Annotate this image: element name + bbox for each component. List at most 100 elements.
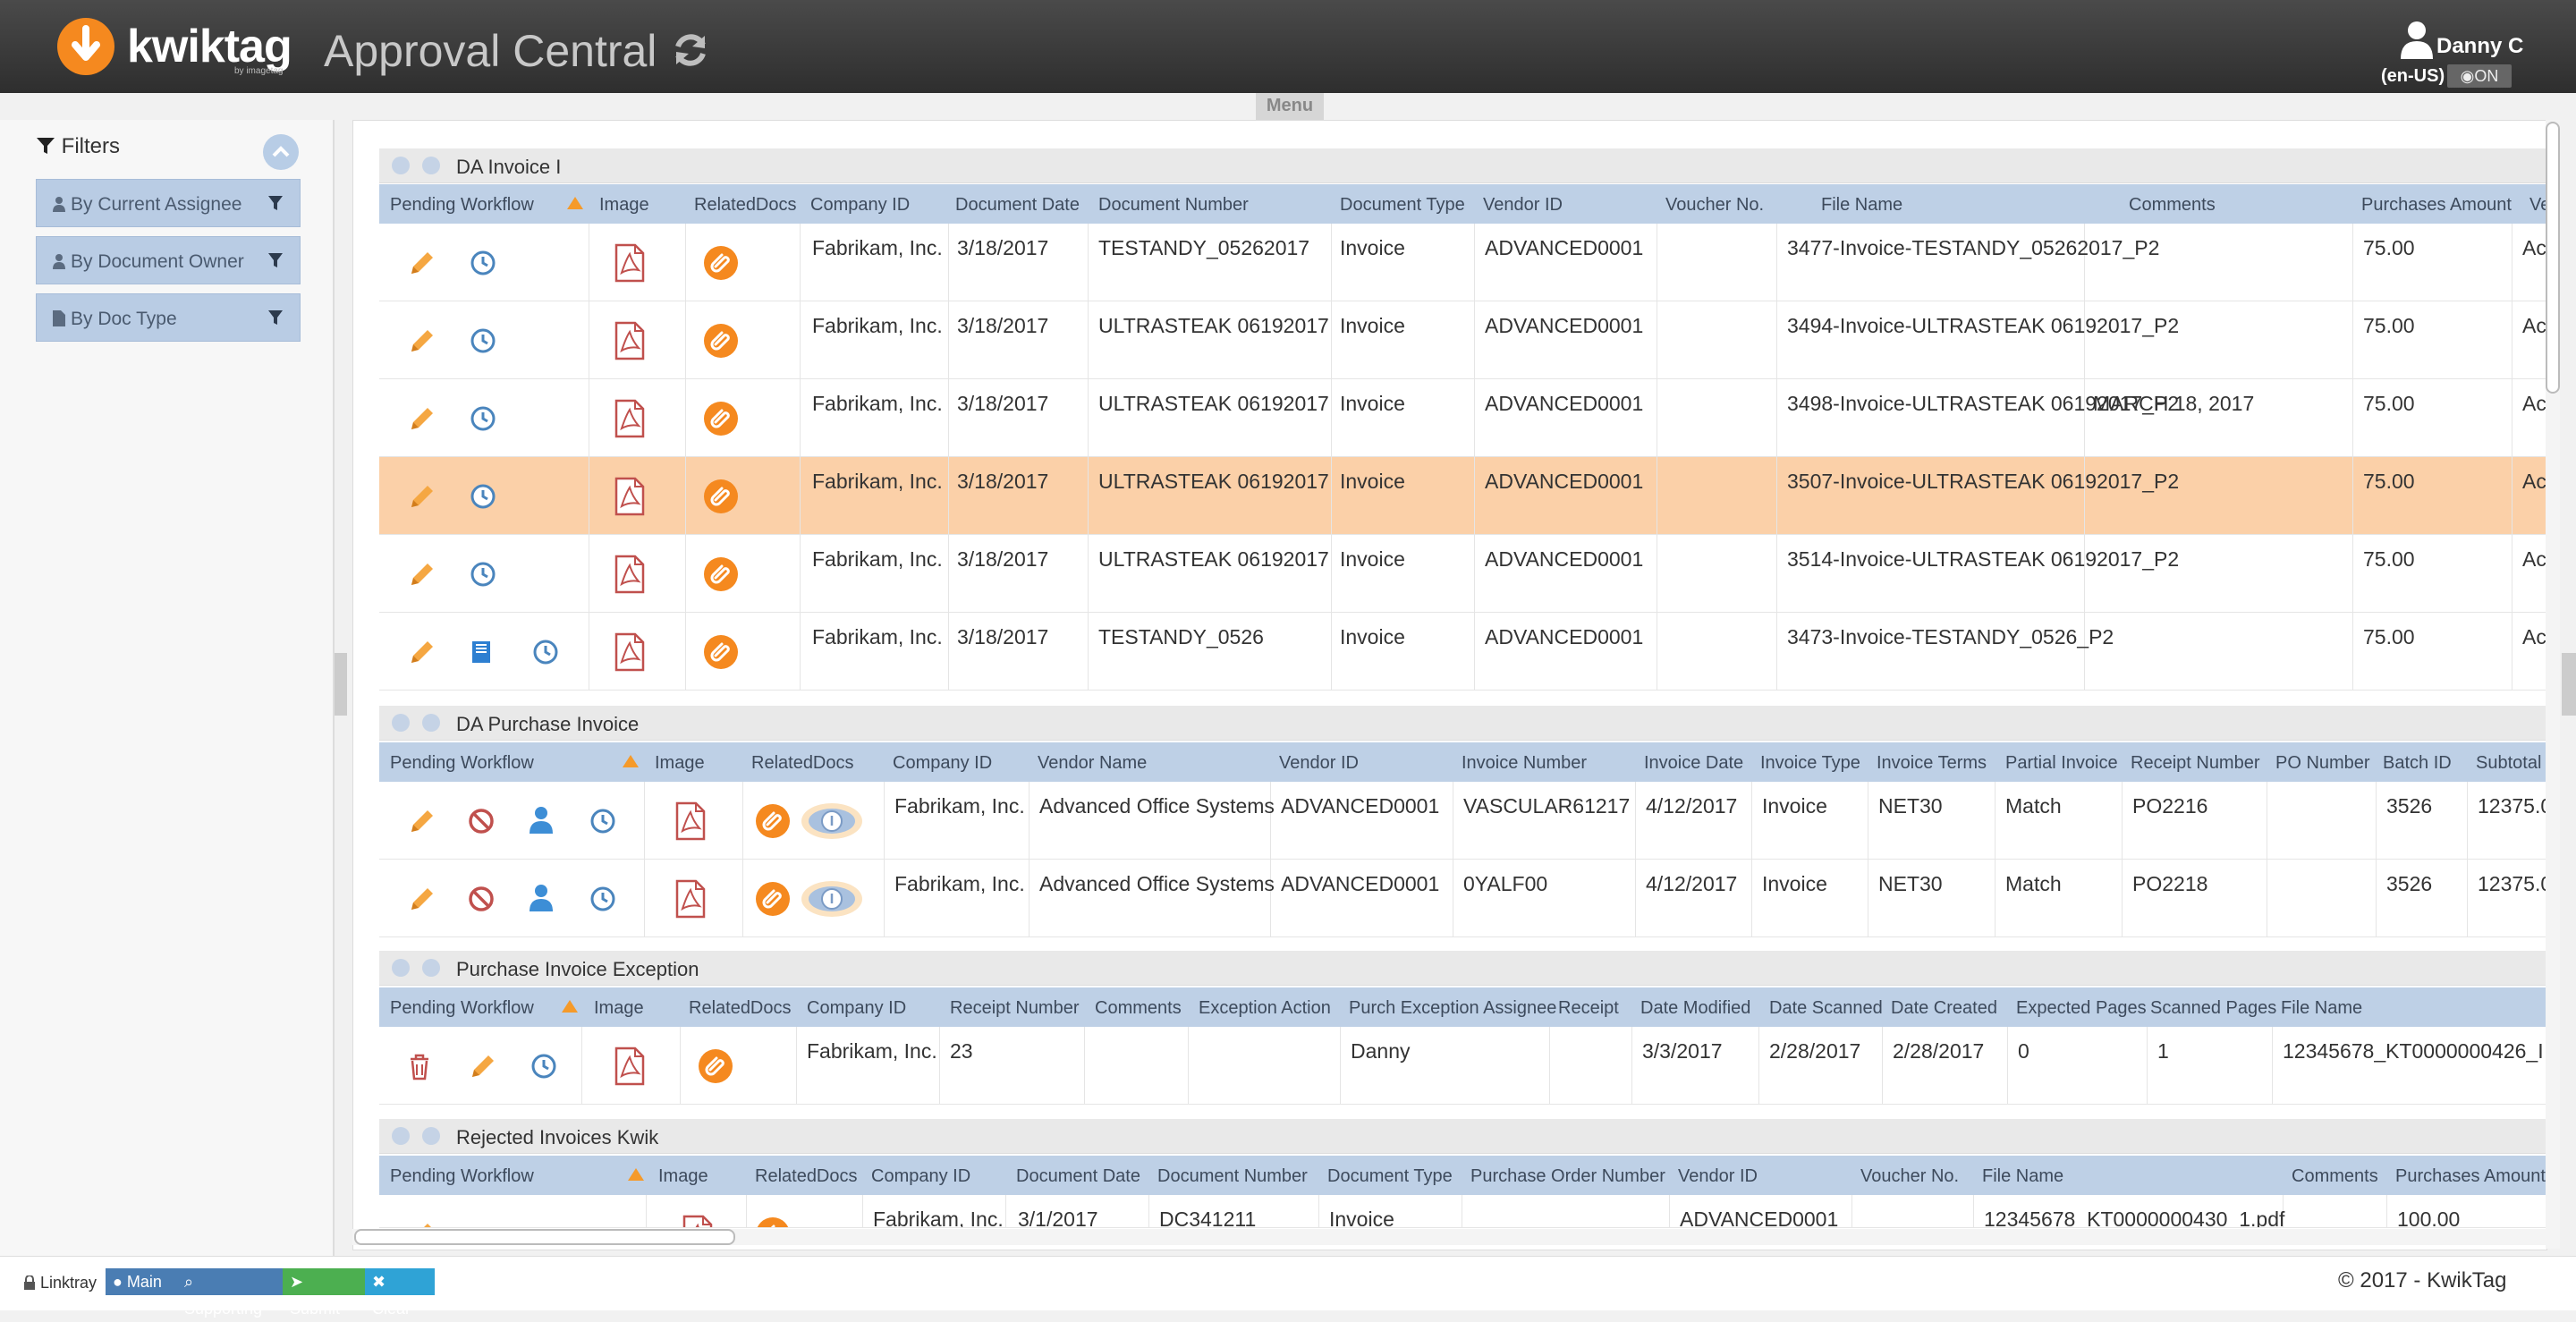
menu-tab[interactable]: Menu bbox=[1256, 93, 1324, 120]
col-header[interactable]: Vendor Name bbox=[1038, 753, 1147, 774]
col-header[interactable]: Invoice Number bbox=[1462, 753, 1587, 774]
sort-asc-icon[interactable] bbox=[628, 1168, 644, 1181]
invoice-row[interactable]: Fabrikam, Inc. 3/18/2017 ULTRASTEAK 061920… bbox=[379, 379, 2546, 457]
col-header[interactable]: Exception Action bbox=[1199, 998, 1331, 1019]
col-header[interactable]: Company ID bbox=[893, 753, 992, 774]
col-header[interactable]: Company ID bbox=[807, 998, 906, 1019]
group-info-icon[interactable] bbox=[422, 157, 440, 174]
submit-button[interactable]: ➤ Submit bbox=[283, 1268, 365, 1318]
col-header[interactable]: Subtotal bbox=[2476, 753, 2541, 774]
filter-by-current-assignee[interactable]: By Current Assignee bbox=[36, 179, 301, 227]
col-header[interactable]: RelatedDocs bbox=[755, 1166, 858, 1187]
related-docs-paperclip-icon[interactable] bbox=[755, 1216, 791, 1228]
workflow-history-clock-icon[interactable] bbox=[469, 404, 497, 433]
clear-button[interactable]: ✖ Clear bbox=[365, 1268, 435, 1318]
col-header[interactable]: Scanned Pages bbox=[2150, 998, 2276, 1019]
book-icon[interactable] bbox=[467, 638, 496, 666]
filter-by-doc-type[interactable]: By Doc Type bbox=[36, 293, 301, 342]
info-status-icon[interactable] bbox=[800, 801, 864, 841]
collapse-up-icon[interactable] bbox=[263, 134, 299, 170]
sort-asc-icon[interactable] bbox=[623, 755, 639, 767]
collapse-group-icon[interactable] bbox=[392, 959, 410, 977]
workflow-history-clock-icon[interactable] bbox=[469, 326, 497, 355]
refresh-icon[interactable] bbox=[669, 29, 712, 72]
related-docs-paperclip-icon[interactable] bbox=[703, 479, 739, 514]
pdf-document-icon[interactable] bbox=[682, 1215, 714, 1228]
funnel-icon[interactable] bbox=[267, 251, 284, 269]
col-header[interactable]: Vendor ID bbox=[1678, 1166, 1758, 1187]
col-header[interactable]: Expected Pages bbox=[2016, 998, 2147, 1019]
assign-user-icon[interactable] bbox=[528, 805, 555, 834]
edit-pencil-icon[interactable] bbox=[408, 326, 436, 355]
edit-pencil-icon[interactable] bbox=[408, 560, 436, 589]
col-header[interactable]: Voucher No. bbox=[1665, 195, 1764, 216]
rejected-invoice-row[interactable]: Fabrikam, Inc. 3/1/2017 DC341211 Invoice ADV… bbox=[379, 1195, 2546, 1228]
right-panel-splitter-handle[interactable] bbox=[2562, 653, 2576, 716]
workflow-history-clock-icon[interactable] bbox=[469, 249, 497, 277]
related-docs-paperclip-icon[interactable] bbox=[703, 556, 739, 592]
group-info-icon[interactable] bbox=[422, 1127, 440, 1145]
delete-trash-icon[interactable] bbox=[406, 1052, 433, 1080]
workflow-history-clock-icon[interactable] bbox=[589, 885, 617, 913]
related-docs-paperclip-icon[interactable] bbox=[698, 1048, 733, 1084]
workflow-history-clock-icon[interactable] bbox=[469, 482, 497, 511]
col-header[interactable]: File Name bbox=[1982, 1166, 2063, 1187]
col-header[interactable]: Pending Workflow bbox=[390, 195, 534, 216]
col-header[interactable]: Purchase Order Number bbox=[1470, 1166, 1665, 1187]
col-header[interactable]: RelatedDocs bbox=[689, 998, 792, 1019]
workflow-history-clock-icon[interactable] bbox=[469, 560, 497, 589]
sidebar-splitter-handle[interactable] bbox=[335, 653, 347, 716]
col-header[interactable]: Receipt Number bbox=[950, 998, 1080, 1019]
invoice-row[interactable]: Fabrikam, Inc. 3/18/2017 ULTRASTEAK 061920… bbox=[379, 301, 2546, 379]
horizontal-scrollbar-thumb[interactable] bbox=[354, 1229, 735, 1245]
col-header[interactable]: Comments bbox=[2292, 1166, 2378, 1187]
edit-pencil-icon[interactable] bbox=[408, 807, 436, 835]
col-header[interactable]: Document Date bbox=[955, 195, 1080, 216]
pdf-document-icon[interactable] bbox=[614, 632, 646, 672]
invoice-row[interactable]: Fabrikam, Inc. 3/18/2017 TESTANDY_05262017… bbox=[379, 224, 2546, 301]
workflow-history-clock-icon[interactable] bbox=[531, 638, 560, 666]
col-header[interactable]: Document Number bbox=[1098, 195, 1249, 216]
group-info-icon[interactable] bbox=[422, 959, 440, 977]
supporting-button[interactable]: ⌕ Supporting bbox=[177, 1268, 283, 1318]
col-header[interactable]: Partial Invoice bbox=[2005, 753, 2118, 774]
col-header[interactable]: Pending Workflow bbox=[390, 1166, 534, 1187]
pdf-document-icon[interactable] bbox=[614, 243, 646, 283]
purchase-invoice-row[interactable]: Fabrikam, Inc. Advanced Office Systems ADV… bbox=[379, 782, 2552, 860]
invoice-row[interactable]: Fabrikam, Inc. 3/18/2017 TESTANDY_0526 Invo… bbox=[379, 613, 2546, 691]
col-header[interactable]: Pending Workflow bbox=[390, 753, 534, 774]
col-header[interactable]: Invoice Date bbox=[1644, 753, 1743, 774]
edit-pencil-icon[interactable] bbox=[408, 482, 436, 511]
funnel-icon[interactable] bbox=[267, 309, 284, 326]
col-header[interactable]: RelatedDocs bbox=[751, 753, 854, 774]
group-header-purchase-invoice-exception[interactable]: Purchase Invoice Exception bbox=[379, 951, 2546, 986]
edit-pencil-icon[interactable] bbox=[408, 404, 436, 433]
pdf-document-icon[interactable] bbox=[674, 801, 707, 841]
col-header[interactable]: Document Number bbox=[1157, 1166, 1308, 1187]
edit-pencil-icon[interactable] bbox=[408, 1220, 436, 1228]
pdf-document-icon[interactable] bbox=[614, 555, 646, 594]
info-status-icon[interactable] bbox=[800, 879, 864, 919]
col-header[interactable]: Receipt bbox=[1558, 998, 1619, 1019]
workflow-history-clock-icon[interactable] bbox=[589, 807, 617, 835]
col-header[interactable]: Receipt Number bbox=[2131, 753, 2260, 774]
reject-ban-icon[interactable] bbox=[467, 807, 496, 835]
invoice-row[interactable]: Fabrikam, Inc. 3/18/2017 ULTRASTEAK 061920… bbox=[379, 457, 2546, 535]
group-header-da-purchase-invoice[interactable]: DA Purchase Invoice bbox=[379, 706, 2546, 741]
col-header[interactable]: Document Type bbox=[1327, 1166, 1453, 1187]
edit-pencil-icon[interactable] bbox=[469, 1052, 497, 1080]
pdf-document-icon[interactable] bbox=[614, 1047, 646, 1086]
col-header[interactable]: Comments bbox=[2129, 195, 2216, 216]
reject-ban-icon[interactable] bbox=[467, 885, 496, 913]
col-header[interactable]: PO Number bbox=[2275, 753, 2370, 774]
edit-pencil-icon[interactable] bbox=[408, 249, 436, 277]
col-header[interactable]: Image bbox=[655, 753, 705, 774]
col-header[interactable]: Purch Exception Assignee bbox=[1349, 998, 1556, 1019]
col-header[interactable]: Date Created bbox=[1891, 998, 1997, 1019]
purchase-invoice-row[interactable]: Fabrikam, Inc. Advanced Office Systems ADV… bbox=[379, 860, 2552, 937]
collapse-group-icon[interactable] bbox=[392, 714, 410, 732]
edit-pencil-icon[interactable] bbox=[408, 885, 436, 913]
col-header[interactable]: Company ID bbox=[871, 1166, 970, 1187]
col-header[interactable]: Image bbox=[599, 195, 649, 216]
col-header[interactable]: Invoice Terms bbox=[1877, 753, 1987, 774]
